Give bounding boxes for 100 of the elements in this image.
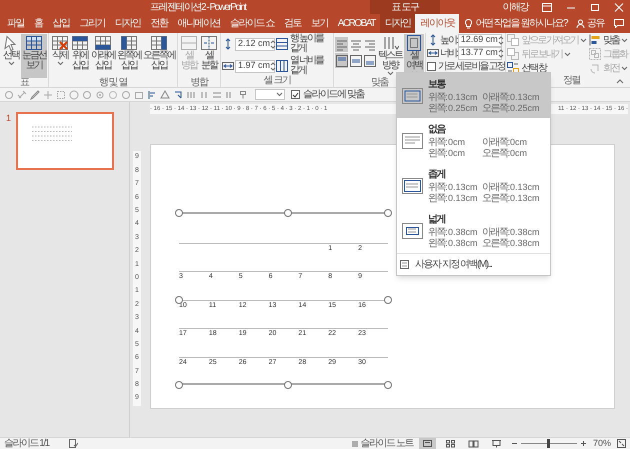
distribute-columns-button[interactable]: 열 너비를 같게 — [276, 56, 332, 76]
tab[interactable]: 보기 — [306, 14, 333, 33]
resize-handle[interactable] — [175, 209, 183, 217]
resize-handle[interactable] — [175, 381, 183, 389]
resize-handle[interactable] — [284, 209, 292, 217]
caret-icon — [276, 92, 283, 97]
tell-me-field[interactable]: 어떤 작업을 원하시나요? — [459, 14, 568, 33]
cell-margins-preview-icon — [402, 178, 423, 194]
tab[interactable]: 디자인 — [380, 14, 416, 33]
align-bottom-icon — [364, 54, 376, 66]
menu-item[interactable]: 없음 위쪽: 0cm 아래쪽:0cm 왼쪽: 0cm 오른쪽:0cm — [397, 118, 550, 163]
column-width-field[interactable]: 1.97 cm — [235, 60, 275, 72]
distribute-rows-button[interactable]: 행 높이를 같게 — [276, 34, 332, 54]
gridlines-button[interactable]: 눈금선 보기 — [21, 34, 47, 78]
align-top-button[interactable] — [335, 53, 348, 68]
align-left-icon — [336, 38, 348, 50]
slide-number: 1 — [6, 112, 12, 125]
delete-button[interactable]: 삭제 — [50, 34, 70, 78]
menu-item[interactable]: 사용자 지정 여백(M)... — [397, 253, 550, 275]
notes-button[interactable]: 슬라이드 노트 — [350, 436, 413, 449]
cell-margins-preview-icon — [402, 132, 423, 148]
resize-handle[interactable] — [384, 209, 392, 217]
margin-label: 위쪽: — [428, 92, 448, 103]
menu-item[interactable]: 좁게 위쪽: 0.13cm 아래쪽:0.13cm 왼쪽: 0.13cm 오른쪽:0.13cm — [397, 163, 550, 208]
align-left-button[interactable] — [335, 37, 348, 52]
caret-icon — [580, 38, 588, 42]
tab[interactable]: 전환 — [146, 14, 172, 33]
grid-delete-icon — [51, 35, 69, 51]
tab[interactable]: 레이아웃 — [415, 14, 460, 33]
margin-label: 위쪽: — [428, 227, 448, 238]
table-width-field[interactable]: 13.77 cm — [458, 46, 502, 60]
row-height-field[interactable]: 2.12 cm — [235, 38, 275, 50]
circle-icon — [69, 90, 79, 100]
resize-handle[interactable] — [284, 381, 292, 389]
share-button[interactable]: 공유 — [576, 16, 604, 31]
menu-item-title: 넓게 — [428, 213, 446, 227]
fit-to-window-icon — [617, 439, 626, 448]
slide-thumbnail[interactable] — [16, 112, 114, 170]
pen-icon — [30, 90, 40, 100]
tab[interactable]: 검토 — [278, 14, 306, 33]
margin-value: 0.13cm — [448, 182, 479, 193]
resize-handle[interactable] — [384, 296, 392, 304]
link-icon — [17, 90, 27, 100]
collapse-ribbon-icon — [616, 79, 624, 84]
field-label: 높이: — [440, 34, 457, 48]
dropdown-field[interactable] — [255, 89, 285, 100]
insert-above-button[interactable]: 위에 삽입 — [70, 34, 90, 78]
normal-view-icon — [422, 439, 433, 448]
group-label: 병합 — [190, 78, 208, 88]
margin-value: 0.25cm — [448, 103, 479, 114]
close-icon — [614, 2, 624, 12]
insert-below-button[interactable]: 아래에 삽입 — [90, 34, 116, 78]
send-backward-icon — [507, 48, 520, 60]
checkbox[interactable] — [427, 62, 436, 70]
align-bottom-button[interactable] — [363, 53, 376, 68]
slider-thumb[interactable] — [547, 439, 550, 448]
square-icon — [56, 90, 66, 100]
select-button[interactable]: 선택 — [1, 34, 21, 78]
menu-item[interactable]: 넓게 위쪽: 0.38cm 아래쪽:0.38cm 왼쪽: 0.38cm 오른쪽:0.38cm — [397, 208, 550, 253]
insert-right-button[interactable]: 오른쪽에 삽입 — [142, 34, 176, 78]
caret-icon — [56, 61, 64, 66]
field-label: 너비: — [440, 46, 457, 60]
checkbox[interactable] — [291, 90, 300, 99]
margin-label: 아래쪽: — [482, 182, 510, 193]
tab[interactable]: 파일 — [2, 14, 29, 33]
comment-icon — [614, 19, 624, 28]
align-middle-icon — [350, 54, 362, 66]
tab[interactable]: 슬라이드 쇼 — [225, 14, 279, 33]
group-icon — [589, 48, 602, 60]
tab[interactable]: 애니메이션 — [172, 14, 225, 33]
tab[interactable]: 삽입 — [48, 14, 74, 33]
square-icon — [134, 90, 144, 100]
tab[interactable]: 홈 — [29, 14, 48, 33]
checkbox-label: 슬라이드에 맞춤 — [303, 88, 364, 102]
slideshow-icon — [490, 439, 502, 448]
column-width-icon — [427, 47, 439, 59]
margin-value: 0.13cm — [510, 182, 541, 193]
align-objects-button[interactable]: 맞춤 — [589, 34, 630, 46]
menu-item-title: 보통 — [428, 78, 446, 92]
insert-left-button[interactable]: 왼쪽에 삽입 — [116, 34, 142, 78]
tab[interactable]: 디자인 — [110, 14, 146, 33]
margin-label: 위쪽: — [428, 137, 448, 148]
margin-label: 위쪽: — [428, 182, 448, 193]
grid-icon — [25, 35, 43, 51]
menu-item[interactable]: 보통 위쪽: 0.13cm 아래쪽:0.13cm 왼쪽: 0.25cm 오른쪽:0.25cm — [397, 73, 550, 118]
resize-handle[interactable] — [175, 296, 183, 304]
margin-value: 0cm — [448, 137, 466, 148]
rotate-icon — [589, 62, 602, 74]
cell-margins-preview-icon — [402, 88, 423, 104]
resize-handle[interactable] — [384, 381, 392, 389]
split-button[interactable]: 셀 분할 — [199, 34, 219, 78]
tab[interactable]: ACROBAT — [332, 14, 380, 33]
align-middle-button[interactable] — [349, 53, 362, 68]
columns-icon — [186, 90, 196, 100]
document-check-icon — [68, 439, 78, 448]
slide-sorter-icon — [444, 439, 456, 448]
table-height-field[interactable]: 12.69 cm — [458, 34, 502, 46]
selection-pane-icon — [507, 62, 520, 74]
tab[interactable]: 그리기 — [74, 14, 110, 33]
view-button[interactable] — [418, 438, 436, 449]
